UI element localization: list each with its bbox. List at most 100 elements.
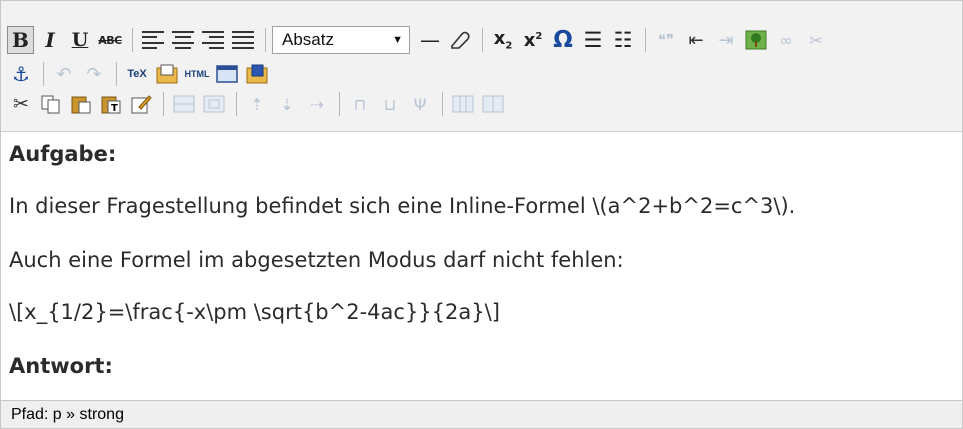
table-props-button[interactable] bbox=[200, 89, 228, 119]
unlink-icon: ✂ bbox=[809, 30, 823, 50]
window-button[interactable] bbox=[213, 59, 241, 89]
horizontal-rule-icon: — bbox=[420, 28, 440, 52]
separator bbox=[43, 62, 44, 86]
underline-button[interactable]: U bbox=[66, 25, 94, 55]
strikethrough-button[interactable]: ABC bbox=[96, 25, 124, 55]
subscript-icon: x2 bbox=[493, 28, 513, 52]
bold-icon: B bbox=[12, 28, 29, 52]
outdent-button[interactable]: ⇤ bbox=[682, 25, 710, 55]
tex-icon: TeX bbox=[127, 68, 147, 80]
svg-text:T: T bbox=[111, 103, 118, 114]
separator bbox=[163, 92, 164, 116]
numbered-list-button[interactable]: ☷ bbox=[609, 25, 637, 55]
toolbar-row-3: ✂ T ⇡ ⇣ ⇢ ⊓ ⊔ Ψ bbox=[7, 87, 509, 121]
html-source-button[interactable]: HTML bbox=[183, 59, 211, 89]
row-insert-below-icon: ⇣ bbox=[280, 94, 294, 114]
col-insert-icon: ⊓ bbox=[353, 94, 367, 114]
status-bar: Pfad: p » strong bbox=[1, 400, 962, 428]
separator bbox=[442, 92, 443, 116]
merge-cells-button[interactable] bbox=[449, 89, 477, 119]
insert-image-button[interactable] bbox=[742, 25, 770, 55]
strikethrough-icon: ABC bbox=[98, 33, 122, 47]
col-split-icon: Ψ bbox=[413, 94, 427, 114]
row-insert-below-button[interactable]: ⇣ bbox=[273, 89, 301, 119]
cut-icon: ✂ bbox=[13, 93, 29, 115]
align-right-icon bbox=[202, 31, 224, 49]
outdent-icon: ⇤ bbox=[688, 29, 704, 51]
superscript-icon: x2 bbox=[523, 29, 543, 51]
bullet-list-button[interactable]: ☰ bbox=[579, 25, 607, 55]
indent-button[interactable]: ⇥ bbox=[712, 25, 740, 55]
html-source-icon: HTML bbox=[184, 69, 210, 79]
cut-button[interactable]: ✂ bbox=[7, 89, 35, 119]
separator bbox=[339, 92, 340, 116]
col-split-button[interactable]: Ψ bbox=[406, 89, 434, 119]
window-icon bbox=[216, 65, 238, 83]
paste-icon bbox=[71, 96, 91, 114]
heading-task: Aufgabe: bbox=[9, 142, 117, 166]
link-button[interactable]: ∞ bbox=[772, 25, 800, 55]
separator bbox=[265, 28, 266, 52]
insert-file-button[interactable] bbox=[153, 59, 181, 89]
toolbar: B I U ABC Absatz ▼ — x2 x2 Ω ☰ ☷ ❝❞ ⇤ ⇥ … bbox=[1, 1, 962, 132]
bold-button[interactable]: B bbox=[7, 26, 34, 54]
heading-answer: Antwort: bbox=[9, 354, 113, 378]
tex-button[interactable]: TeX bbox=[123, 59, 151, 89]
superscript-button[interactable]: x2 bbox=[519, 25, 547, 55]
undo-icon: ↶ bbox=[56, 63, 72, 85]
separator bbox=[236, 92, 237, 116]
editor-content-area[interactable]: Aufgabe: In dieser Fragestellung befinde… bbox=[1, 132, 962, 400]
unlink-button[interactable]: ✂ bbox=[802, 25, 830, 55]
underline-icon: U bbox=[71, 29, 89, 51]
italic-icon: I bbox=[45, 28, 55, 52]
align-center-icon bbox=[172, 31, 194, 49]
redo-button[interactable]: ↷ bbox=[80, 59, 108, 89]
link-icon: ∞ bbox=[779, 30, 793, 50]
merge-cells-icon bbox=[452, 95, 474, 113]
blockquote-button[interactable]: ❝❞ bbox=[652, 25, 680, 55]
clear-format-button[interactable] bbox=[446, 25, 474, 55]
row-insert-above-button[interactable]: ⇡ bbox=[243, 89, 271, 119]
omega-icon: Ω bbox=[553, 27, 573, 53]
copy-button[interactable] bbox=[37, 89, 65, 119]
align-right-button[interactable] bbox=[199, 25, 227, 55]
paste-button[interactable] bbox=[67, 89, 95, 119]
quote-icon: ❝❞ bbox=[657, 31, 675, 49]
table-button[interactable] bbox=[170, 89, 198, 119]
insert-word-icon bbox=[246, 64, 268, 84]
separator bbox=[132, 28, 133, 52]
col-delete-button[interactable]: ⊔ bbox=[376, 89, 404, 119]
bullet-list-icon: ☰ bbox=[583, 28, 603, 52]
col-insert-button[interactable]: ⊓ bbox=[346, 89, 374, 119]
paragraph-formula: \[x_{1/2}=\frac{-x\pm \sqrt{b^2-4ac}}{2a… bbox=[9, 300, 500, 324]
separator bbox=[116, 62, 117, 86]
anchor-button[interactable]: ⚓ bbox=[7, 59, 35, 89]
justify-icon bbox=[232, 31, 254, 49]
toolbar-row-2: ⚓ ↶ ↷ TeX HTML bbox=[7, 57, 273, 91]
table-props-icon bbox=[203, 95, 225, 113]
row-delete-button[interactable]: ⇢ bbox=[303, 89, 331, 119]
italic-button[interactable]: I bbox=[36, 25, 64, 55]
edit-button[interactable] bbox=[127, 89, 155, 119]
align-left-button[interactable] bbox=[139, 25, 167, 55]
align-center-button[interactable] bbox=[169, 25, 197, 55]
paragraph-inline-formula: In dieser Fragestellung befindet sich ei… bbox=[9, 194, 796, 218]
paste-text-button[interactable]: T bbox=[97, 89, 125, 119]
align-left-icon bbox=[142, 31, 164, 49]
copy-icon bbox=[41, 95, 60, 114]
block-format-select[interactable]: Absatz ▼ bbox=[272, 26, 410, 54]
special-char-button[interactable]: Ω bbox=[549, 25, 577, 55]
justify-button[interactable] bbox=[229, 25, 257, 55]
horizontal-rule-button[interactable]: — bbox=[416, 25, 444, 55]
paste-text-icon: T bbox=[101, 96, 121, 114]
eraser-icon bbox=[451, 31, 470, 49]
undo-button[interactable]: ↶ bbox=[50, 59, 78, 89]
redo-icon: ↷ bbox=[86, 63, 102, 85]
subscript-button[interactable]: x2 bbox=[489, 25, 517, 55]
row-insert-above-icon: ⇡ bbox=[250, 94, 264, 114]
insert-file-icon bbox=[156, 64, 178, 84]
paragraph-display-intro: Auch eine Formel im abgesetzten Modus da… bbox=[9, 248, 624, 272]
split-cells-button[interactable] bbox=[479, 89, 507, 119]
col-delete-icon: ⊔ bbox=[383, 94, 397, 114]
insert-word-button[interactable] bbox=[243, 59, 271, 89]
